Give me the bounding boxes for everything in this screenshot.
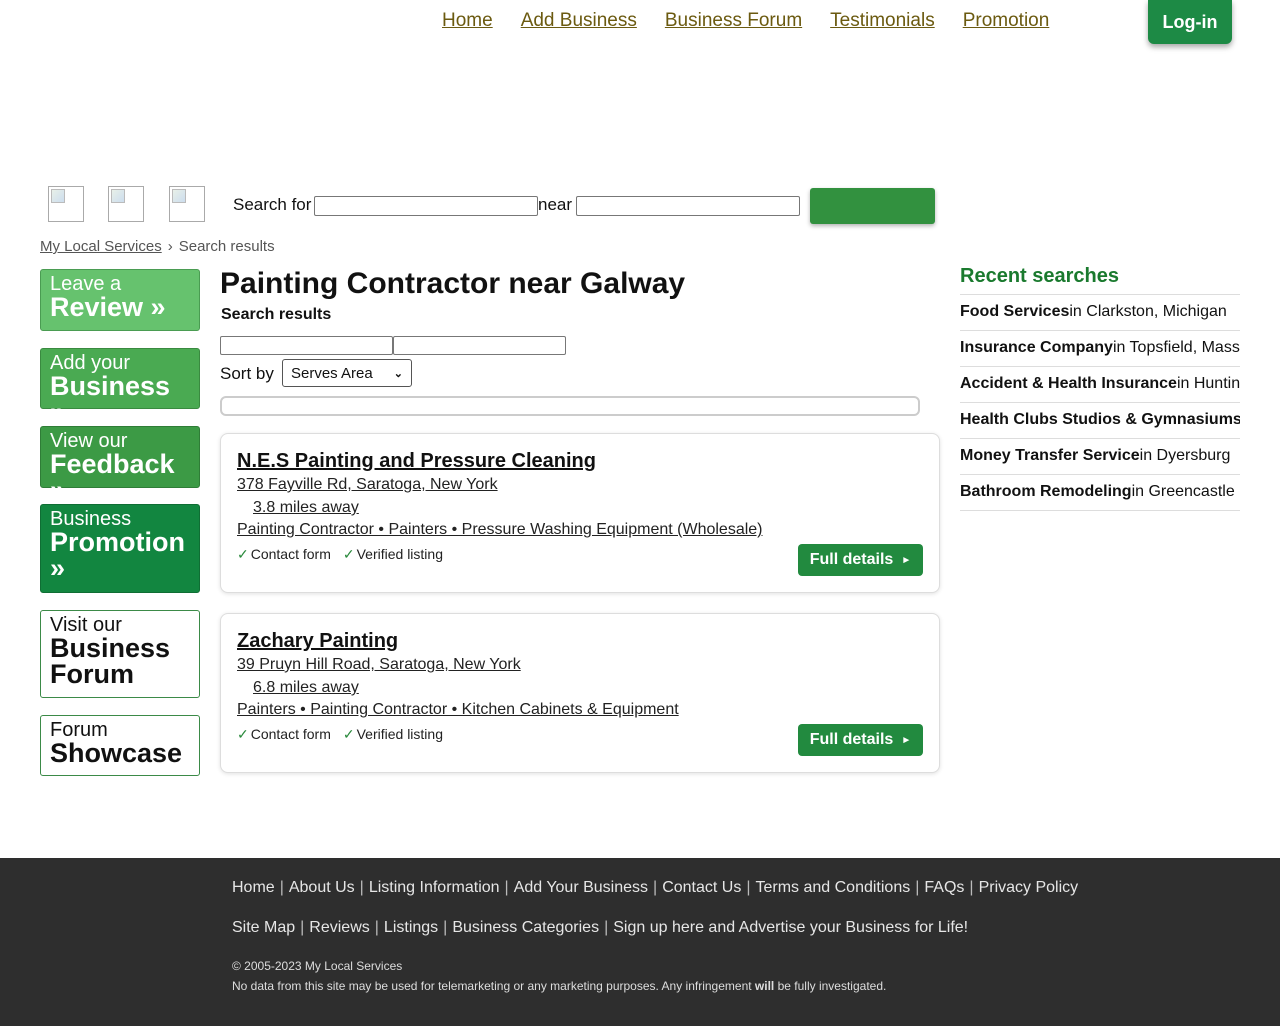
footer-categories-link[interactable]: Business Categories — [452, 919, 599, 936]
search-for-input[interactable] — [314, 196, 538, 216]
listing-distance-link[interactable]: 6.8 miles away — [253, 679, 359, 697]
add-business-big: Business » — [50, 371, 171, 427]
filter-input-2[interactable] — [393, 336, 566, 355]
recent-search-item[interactable]: Accident & Health Insurancein Huntington — [960, 367, 1240, 403]
footer-listing-info-link[interactable]: Listing Information — [369, 879, 500, 896]
view-feedback-button[interactable]: View our Feedback » — [40, 426, 200, 504]
forum-showcase-button[interactable]: Forum Showcase — [40, 715, 200, 776]
listing-features: ✓ Contact form ✓ Verified listing — [237, 546, 443, 563]
filter-input-1[interactable] — [220, 336, 393, 355]
near-label: near — [538, 195, 573, 214]
recent-searches-heading: Recent searches — [960, 265, 1119, 287]
forum-showcase-small: Forum — [50, 719, 108, 741]
top-nav: Home Add Business Business Forum Testimo… — [442, 9, 1077, 33]
broken-image-icon[interactable] — [48, 186, 84, 222]
footer-links-row-1: Home | About Us | Listing Information | Add Yo… — [232, 879, 1079, 896]
footer-links-row-2: Site Map | Reviews | Listings | Business Categ… — [232, 919, 969, 936]
business-promotion-button[interactable]: Business Promotion » — [40, 504, 200, 593]
play-arrow-icon: ► — [901, 734, 912, 746]
footer-home-link[interactable]: Home — [232, 879, 275, 896]
recent-search-item[interactable]: Money Transfer Servicein Dyersburg — [960, 439, 1240, 475]
search-for-label: Search for — [233, 195, 312, 214]
listing-categories-link[interactable]: Painting Contractor • Painters • Pressur… — [237, 521, 763, 539]
footer-faqs-link[interactable]: FAQs — [924, 879, 964, 896]
footer-reviews-link[interactable]: Reviews — [309, 919, 369, 936]
listing-name-link[interactable]: N.E.S Painting and Pressure Cleaning — [237, 450, 596, 473]
footer-terms-link[interactable]: Terms and Conditions — [755, 879, 910, 896]
recent-search-item[interactable]: Health Clubs Studios & Gymnasiums — [960, 403, 1240, 439]
view-feedback-big: Feedback » — [50, 449, 175, 505]
listing-categories-link[interactable]: Painters • Painting Contractor • Kitchen… — [237, 701, 679, 719]
full-details-label: Full details — [809, 551, 894, 568]
footer-privacy-link[interactable]: Privacy Policy — [979, 879, 1079, 896]
footer-add-business-link[interactable]: Add Your Business — [514, 879, 648, 896]
check-icon: ✓ — [237, 726, 249, 742]
results-subtitle: Search results — [221, 306, 332, 323]
leave-review-small: Leave a — [50, 273, 122, 295]
feature-contact-form: ✓ Contact form — [237, 546, 331, 562]
listing-address-link[interactable]: 378 Fayville Rd, Saratoga, New York — [237, 476, 498, 494]
filter-bar[interactable] — [220, 396, 920, 416]
broken-image-icon[interactable] — [169, 186, 205, 222]
footer-signup-link[interactable]: Sign up here and Advertise your Business… — [613, 919, 968, 936]
footer-sitemap-link[interactable]: Site Map — [232, 919, 295, 936]
footer-about-link[interactable]: About Us — [289, 879, 355, 896]
breadcrumb: My Local Services › Search results — [40, 238, 275, 255]
leave-review-big: Review » — [50, 292, 166, 322]
listing-features: ✓ Contact form ✓ Verified listing — [237, 726, 443, 743]
login-button[interactable]: Log-in — [1148, 0, 1232, 44]
add-business-small: Add your — [50, 352, 131, 374]
view-feedback-small: View our — [50, 430, 128, 452]
listing-card: N.E.S Painting and Pressure Cleaning 378… — [220, 433, 940, 593]
full-details-button[interactable]: Full details ► — [798, 724, 923, 756]
footer-disclaimer: No data from this site may be used for t… — [232, 979, 887, 993]
listing-distance-link[interactable]: 3.8 miles away — [253, 499, 359, 517]
full-details-label: Full details — [809, 731, 894, 748]
breadcrumb-separator: › — [167, 238, 173, 255]
check-icon: ✓ — [342, 546, 355, 562]
listing-address-link[interactable]: 39 Pruyn Hill Road, Saratoga, New York — [237, 656, 521, 674]
play-arrow-icon: ► — [901, 554, 912, 566]
check-icon: ✓ — [237, 546, 249, 562]
add-business-button[interactable]: Add your Business » — [40, 348, 200, 426]
leave-review-button[interactable]: Leave a Review » — [40, 269, 200, 331]
listing-card: Zachary Painting 39 Pruyn Hill Road, Sar… — [220, 613, 940, 773]
full-details-button[interactable]: Full details ► — [798, 544, 923, 576]
business-promotion-big: Promotion » — [50, 527, 185, 583]
business-forum-button[interactable]: Visit our Business Forum — [40, 610, 200, 698]
sort-selected-value: Serves Area — [291, 364, 373, 382]
feature-contact-form: ✓ Contact form — [237, 726, 331, 742]
nav-business-forum-link[interactable]: Business Forum — [665, 9, 802, 33]
nav-home-link[interactable]: Home — [442, 9, 493, 33]
business-forum-small: Visit our — [50, 614, 122, 636]
search-button[interactable] — [810, 188, 935, 224]
feature-verified-listing: ✓ Verified listing — [342, 546, 443, 562]
nav-add-business-link[interactable]: Add Business — [521, 9, 637, 33]
recent-search-item[interactable]: Bathroom Remodelingin Greencastle — [960, 475, 1240, 511]
chevron-down-icon: ⌄ — [393, 367, 403, 380]
footer-copyright: © 2005-2023 My Local Services — [232, 959, 403, 973]
listing-name-link[interactable]: Zachary Painting — [237, 630, 398, 653]
broken-image-icon[interactable] — [108, 186, 144, 222]
recent-searches: Recent searches Food Servicesin Clarksto… — [960, 265, 1240, 511]
sort-select[interactable]: Serves Area ⌄ — [282, 359, 412, 387]
recent-search-item[interactable]: Food Servicesin Clarkston, Michigan — [960, 294, 1240, 331]
feature-verified-listing: ✓ Verified listing — [342, 726, 443, 742]
footer-listings-link[interactable]: Listings — [384, 919, 438, 936]
nav-promotion-link[interactable]: Promotion — [963, 9, 1050, 33]
footer: Home | About Us | Listing Information | Add Yo… — [0, 858, 1280, 1026]
page-title: Painting Contractor near Galway — [220, 267, 686, 300]
recent-search-item[interactable]: Insurance Companyin Topsfield, Massachus… — [960, 331, 1240, 367]
forum-showcase-big: Showcase — [50, 738, 183, 768]
check-icon: ✓ — [342, 726, 355, 742]
near-input[interactable] — [576, 196, 800, 216]
nav-testimonials-link[interactable]: Testimonials — [830, 9, 935, 33]
footer-contact-link[interactable]: Contact Us — [662, 879, 741, 896]
breadcrumb-home-link[interactable]: My Local Services — [40, 238, 162, 255]
business-forum-big: Business Forum — [50, 633, 171, 689]
sort-label: Sort by — [220, 364, 274, 383]
breadcrumb-current: Search results — [178, 238, 275, 255]
business-promotion-small: Business — [50, 508, 132, 530]
